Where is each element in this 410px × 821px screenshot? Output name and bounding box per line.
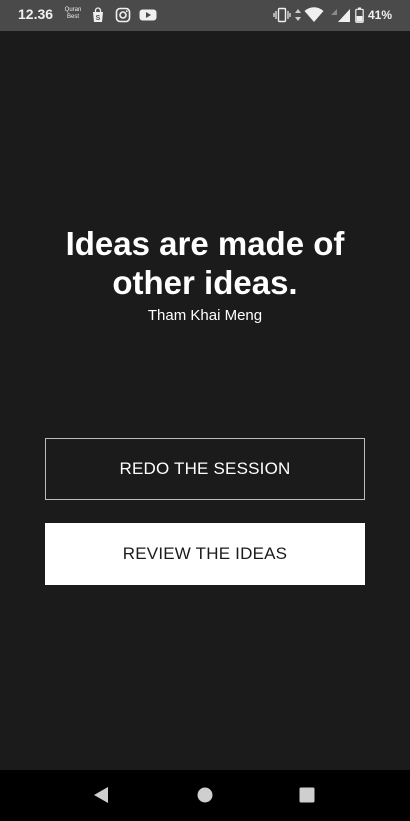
quote-text: Ideas are made of other ideas.: [65, 225, 345, 301]
back-icon[interactable]: [92, 785, 110, 805]
quran-label-line1: Quran: [64, 7, 82, 13]
review-ideas-label: REVIEW THE IDEAS: [122, 544, 288, 563]
battery-percent: 41%: [368, 8, 393, 22]
quote-author: Tham Khai Meng: [147, 307, 263, 324]
navigation-bar: [0, 770, 410, 821]
data-arrows-icon: [295, 9, 301, 21]
signal-icon: [331, 9, 337, 15]
redo-session-button[interactable]: REDO THE SESSION: [45, 438, 365, 500]
battery-icon: [355, 7, 364, 23]
quran-icon: Quran Best: [64, 7, 82, 21]
vibrate-icon: [273, 7, 291, 23]
quote-block: Ideas are made of other ideas. Tham Khai…: [0, 224, 410, 324]
redo-session-label: REDO THE SESSION: [119, 459, 291, 478]
recents-icon[interactable]: [298, 785, 316, 805]
instagram-icon: [115, 7, 131, 23]
youtube-icon: [139, 9, 157, 21]
status-bar: 12.36 Quran Best S 41%: [0, 0, 410, 31]
status-time: 12.36: [18, 6, 54, 22]
home-icon[interactable]: [196, 785, 214, 805]
review-ideas-button[interactable]: REVIEW THE IDEAS: [45, 523, 365, 585]
wifi-icon: [304, 7, 324, 22]
signal-icon-2: [338, 9, 350, 22]
shopping-bag-icon: S: [93, 7, 103, 22]
quran-label-line2: Best: [66, 14, 79, 20]
svg-text:S: S: [96, 15, 101, 22]
